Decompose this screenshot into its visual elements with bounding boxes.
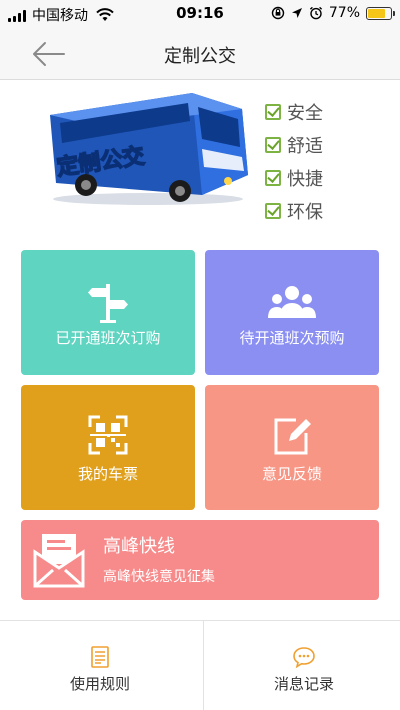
feedback-label: 意见反馈 (261, 465, 322, 483)
feature-item: 快捷 (265, 161, 323, 194)
tab-usage-rules-label: 使用规则 (69, 675, 130, 693)
my-tickets-label: 我的车票 (77, 465, 138, 483)
peak-express-title: 高峰快线 (103, 536, 175, 557)
feature-list: 安全 舒适 快捷 环保 (265, 95, 323, 227)
subscribe-route-button[interactable]: 已开通班次订购 (21, 250, 195, 375)
document-icon (91, 646, 109, 668)
location-icon (291, 8, 302, 18)
signpost-icon (88, 284, 128, 323)
feature-item: 舒适 (265, 128, 323, 161)
bus-illustration: 定制公交 (50, 93, 248, 205)
tab-messages-label: 消息记录 (273, 675, 334, 693)
peak-express-subtitle: 高峰快线意见征集 (103, 569, 215, 585)
tab-usage-rules[interactable]: 使用规则 (0, 621, 200, 710)
peak-express-banner[interactable]: 高峰快线 高峰快线意见征集 (21, 520, 379, 600)
subscribe-route-label: 已开通班次订购 (55, 329, 161, 347)
group-icon (268, 286, 316, 318)
status-bar: 中国移动 09:16 77% (0, 0, 400, 28)
preorder-route-button[interactable]: 待开通班次预购 (205, 250, 379, 375)
tab-messages[interactable]: 消息记录 (204, 621, 400, 710)
preorder-route-label: 待开通班次预购 (239, 329, 345, 347)
page-title: 定制公交 (164, 46, 236, 67)
feature-item: 安全 (265, 95, 323, 128)
hero-banner: 定制公交 安全 舒适 快捷 环保 (0, 81, 400, 241)
checkbox-icon (265, 202, 281, 219)
feature-label: 安全 (287, 102, 323, 124)
chat-bubble-icon (293, 647, 315, 669)
bottom-tab-bar: 使用规则 消息记录 (0, 620, 400, 710)
edit-icon (274, 418, 311, 455)
checkbox-icon (265, 169, 281, 186)
battery-icon (366, 6, 395, 20)
qr-code-icon (88, 415, 128, 455)
checkbox-icon (265, 103, 281, 120)
my-tickets-button[interactable]: 我的车票 (21, 385, 195, 510)
feature-label: 环保 (287, 201, 323, 223)
feedback-button[interactable]: 意见反馈 (205, 385, 379, 510)
feature-label: 快捷 (287, 168, 323, 190)
rotation-lock-icon (271, 6, 285, 20)
feature-item: 环保 (265, 194, 323, 227)
feature-label: 舒适 (287, 135, 323, 157)
battery-percent: 77% (328, 5, 360, 21)
checkbox-icon (265, 136, 281, 153)
nav-bar: 定制公交 (0, 28, 400, 80)
alarm-icon (309, 6, 322, 20)
envelope-icon (33, 534, 85, 588)
